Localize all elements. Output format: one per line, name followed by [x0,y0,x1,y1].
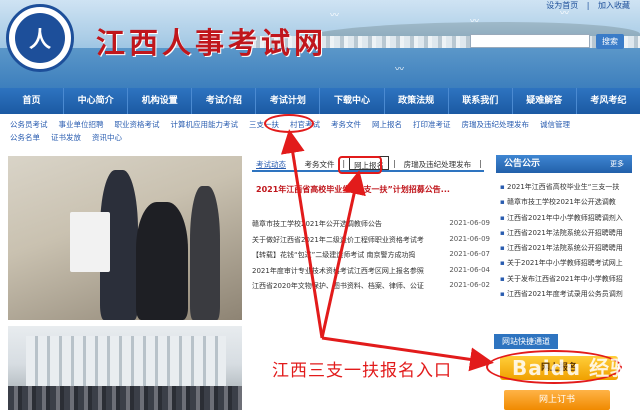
subnav-item[interactable]: 考务文件 [331,120,361,129]
top-links: 设为首页 | 加入收藏 [540,0,630,11]
set-homepage-link[interactable]: 设为首页 [546,1,578,10]
site-logo[interactable]: 人 [6,4,74,72]
news-date: 2021-06-02 [449,281,490,289]
news-date: 2021-06-09 [449,219,490,227]
nav-item-discipline[interactable]: 考风考纪 [577,88,640,114]
nav-item-exam-intro[interactable]: 考试介绍 [192,88,257,114]
nav-item-org[interactable]: 机构设置 [128,88,193,114]
main-nav: 首页 中心简介 机构设置 考试介绍 考试计划 下载中心 政策法规 联系我们 疑难… [0,88,640,114]
news-title: 赣章市技工学校2021年公开选调教师公告 [252,220,382,228]
list-item[interactable]: 2021年江西省高校毕业生“三支一扶 [496,182,636,197]
subnav-item[interactable]: 事业单位招聘 [59,120,104,129]
subnav-item[interactable]: 打印准考证 [413,120,451,129]
nav-item-home[interactable]: 首页 [0,88,65,114]
nav-item-about[interactable]: 中心简介 [64,88,129,114]
nav-item-contact[interactable]: 联系我们 [449,88,513,114]
watermark-text: Baidu 经验 [512,356,632,380]
divider: | [586,1,590,10]
page: 〰 〰 〰 〰 人 江西人事考试网 设为首页 | 加入收藏 搜索 首页 中心简介… [0,0,640,410]
subnav-item[interactable]: 公务名单 [10,133,40,142]
subnav-item[interactable]: 职业资格考试 [115,120,160,129]
subnav-item[interactable]: 诚信管理 [540,120,570,129]
news-title: 2021年度审计专业技术资格考试江西考区网上报名参照 [252,266,424,275]
quick-access-title: 网站快捷通道 [494,334,558,349]
subnav-item[interactable]: 网上报名 [372,120,402,129]
sub-nav: 公务员考试 事业单位招聘 职业资格考试 计算机应用能力考试 三支一扶 村官考试 考务文件 网上… [10,118,630,144]
announcements-header: 公告公示 更多 [496,155,632,173]
news-list: 赣章市技工学校2021年公开选调教师公告 2021-06-09 关于做好江西省20… [252,219,490,297]
bird-icon: 〰 [330,11,340,21]
tab-divider: | [294,159,297,168]
list-item[interactable]: 江西省2021年中小学教师招聘调剂入 [496,213,636,228]
subnav-item[interactable]: 公务员考试 [10,120,48,129]
bird-icon: 〰 [395,65,405,75]
tab-exam-docs[interactable]: 考务文件 [301,156,339,170]
subnav-item[interactable]: 房瑞及违纪处理发布 [462,120,530,129]
news-date: 2021-06-04 [449,265,490,274]
nav-item-policy[interactable]: 政策法规 [385,88,449,114]
annotation-text: 江西三支一扶报名入口 [272,361,452,381]
news-photo-meeting[interactable] [8,156,242,320]
announcements-list: 2021年江西省高校毕业生“三支一扶 赣章市技工学校2021年公开选调教 江西省… [496,182,636,304]
photo-figure [136,202,188,320]
header-banner: 〰 〰 〰 〰 人 江西人事考试网 设为首页 | 加入收藏 搜索 [0,0,640,88]
news-title: 关于做好江西省2021年二级造价工程师职业资格考试考 [252,235,424,244]
nav-item-exam-plan[interactable]: 考试计划 [256,88,321,114]
list-item[interactable]: 关于做好江西省2021年二级造价工程师职业资格考试考 2021-06-09 [252,235,490,251]
list-item[interactable]: 江西省2020年文物保护、图书资料、档案、律师、公证 2021-06-02 [252,281,490,297]
list-item[interactable]: 赣章市技工学校2021年公开选调教师公告 2021-06-09 [252,219,490,235]
tab-divider: | [479,159,482,168]
news-date: 2021-06-09 [449,234,490,243]
news-photo-building[interactable] [8,326,242,410]
tab-violations[interactable]: 房瑞及违纪处理发布 [400,156,476,170]
photo-document [70,212,110,272]
photo-building [26,336,226,388]
bird-icon: 〰 [470,17,480,27]
announcements-title: 公告公示 [504,159,541,169]
list-item[interactable]: 赣章市技工学校2021年公开选调教 [496,197,636,212]
announcements-more-link[interactable]: 更多 [610,155,624,173]
highlight-box [338,156,382,174]
list-item[interactable]: 2021年度审计专业技术资格考试江西考区网上报名参照 2021-06-04 [252,266,490,282]
highlight-ring [264,114,314,133]
subnav-item[interactable]: 资讯中心 [92,133,122,142]
news-title: 江西省2020年文物保护、图书资料、档案、律师、公证 [252,282,424,290]
tab-exam-news[interactable]: 考试动态 [252,156,290,170]
featured-news-link[interactable]: 2021年江西省高校毕业生“三支一扶”计划招募公告... [256,184,484,195]
site-title: 江西人事考试网 [96,26,328,60]
nav-item-downloads[interactable]: 下载中心 [320,88,385,114]
online-order-book-button[interactable]: 网上订书 [504,390,610,410]
list-item[interactable]: 关于发布江西省2021年中小学教师招 [496,274,636,289]
list-item[interactable]: 江西省2021年法院系统公开招聘聘用 [496,243,636,258]
search-input[interactable] [470,34,590,48]
photo-figure [190,186,220,320]
search-button[interactable]: 搜索 [596,34,624,49]
tab-divider: | [393,159,396,168]
list-item[interactable]: 江西省2021年度考试录用公务员调剂 [496,289,636,304]
logo-emblem-icon: 人 [15,13,65,63]
nav-item-faq[interactable]: 疑难解答 [513,88,577,114]
news-date: 2021-06-07 [449,250,490,258]
subnav-item[interactable]: 计算机应用能力考试 [171,120,239,129]
news-title: 【转载】花钱“包过”二级建造师考试 南京警方成功捣 [252,251,416,259]
photo-crowd [8,386,242,410]
list-item[interactable]: 关于2021年中小学教师招聘考试网上 [496,258,636,273]
list-item[interactable]: 江西省2021年法院系统公开招聘聘用 [496,228,636,243]
subnav-item[interactable]: 证书发放 [51,133,81,142]
add-favorite-link[interactable]: 加入收藏 [598,1,630,10]
list-item[interactable]: 【转载】花钱“包过”二级建造师考试 南京警方成功捣 2021-06-07 [252,250,490,266]
